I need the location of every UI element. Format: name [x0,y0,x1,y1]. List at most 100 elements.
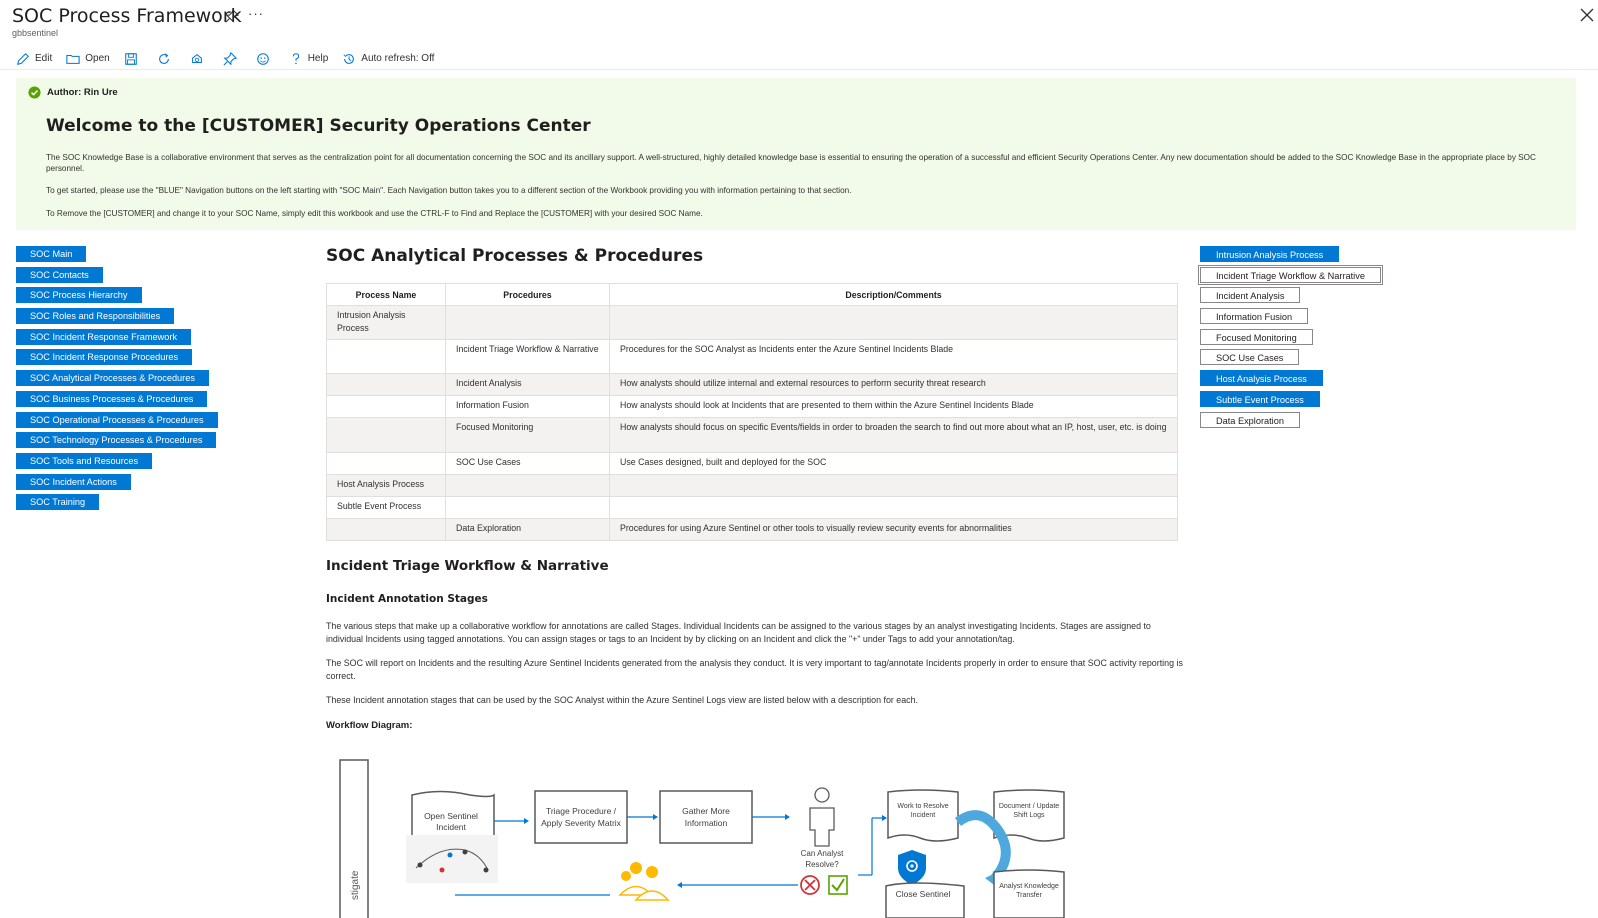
rnav-focused-monitoring[interactable]: Focused Monitoring [1200,328,1313,345]
table-row: Subtle Event Process [326,496,1178,519]
table-cell: Use Cases designed, built and deployed f… [609,452,1178,475]
clock-history-icon [343,53,355,64]
work-resolve-label-1: Work to Resolve [897,803,948,810]
right-navigation: Intrusion Analysis Process Incident Tria… [1198,246,1383,432]
table-cell: Incident Analysis [445,373,610,396]
nav-soc-contacts[interactable]: SOC Contacts [16,266,103,283]
table-row: Data Exploration Procedures for using Az… [326,518,1178,541]
check-box-icon [828,875,848,895]
can-analyst-label-2: Resolve? [805,860,839,869]
rnav-host-analysis[interactable]: Host Analysis Process [1200,370,1323,387]
column-header[interactable]: Description/Comments [609,283,1178,306]
table-row: Focused Monitoring How analysts should f… [326,417,1178,453]
column-header[interactable]: Process Name [326,283,446,306]
table-cell [326,373,446,396]
triage-label-1: Triage Procedure / [546,806,617,816]
table-cell [326,518,446,541]
close-label: Close Sentinel [896,889,951,899]
table-cell: Procedures for the SOC Analyst as Incide… [609,339,1178,374]
welcome-banner: Author: Rin Ure Welcome to the [CUSTOMER… [16,78,1576,230]
stages-paragraph-2: The SOC will report on Incidents and the… [326,658,1183,681]
nav-soc-incident-actions[interactable]: SOC Incident Actions [16,473,131,490]
help-label: Help [307,53,329,64]
lane-label: stigate [350,870,361,900]
can-analyst-label-1: Can Analyst [801,849,844,858]
rnav-data-exploration[interactable]: Data Exploration [1200,411,1300,428]
table-row: Incident Triage Workflow & Narrative Pro… [326,339,1178,374]
help-button[interactable]: Help [289,52,329,66]
nav-soc-main[interactable]: SOC Main [16,246,87,262]
nav-soc-analytical[interactable]: SOC Analytical Processes & Procedures [16,370,209,387]
smiley-icon [256,52,269,65]
rnav-intrusion-analysis[interactable]: Intrusion Analysis Process [1200,246,1340,262]
document-label-2: Shift Logs [1013,812,1045,819]
table-cell: How analysts should focus on specific Ev… [609,417,1178,453]
table-cell: Intrusion Analysis Process [326,305,446,340]
auto-refresh-button[interactable]: Auto refresh: Off [342,52,434,66]
open-button[interactable]: Open [66,52,110,66]
table-cell: Incident Triage Workflow & Narrative [445,339,610,374]
knowledge-label-2: Transfer [1016,892,1042,899]
table-cell: Data Exploration [445,518,610,541]
open-incident-label-1: Open Sentinel [424,811,478,821]
table-cell: Subtle Event Process [326,496,446,519]
author-text: Author: Rin Ure [47,87,118,98]
table-cell: Procedures for using Azure Sentinel or o… [609,518,1178,541]
share-button[interactable] [190,52,209,66]
edit-button[interactable]: Edit [16,52,52,66]
feedback-button[interactable] [256,52,275,66]
table-header-row: Process Name Procedures Description/Comm… [326,283,1178,306]
pin-icon[interactable] [225,9,239,23]
folder-icon [66,54,80,64]
table-row: Host Analysis Process [326,474,1178,497]
nav-soc-training[interactable]: SOC Training [16,494,100,511]
column-header[interactable]: Procedures [445,283,610,306]
stages-paragraph-1: The various steps that make up a collabo… [326,621,1151,644]
table-cell [326,417,446,453]
table-cell: SOC Use Cases [445,452,610,475]
gather-info-box [659,790,753,844]
rnav-incident-analysis[interactable]: Incident Analysis [1200,287,1301,304]
process-table: Process Name Procedures Description/Comm… [326,283,1178,541]
welcome-heading: Welcome to the [CUSTOMER] Security Opera… [46,116,591,136]
question-icon [292,52,299,64]
save-button[interactable] [124,52,143,66]
table-cell: How analysts should look at Incidents th… [609,395,1178,418]
knowledge-label-1: Analyst Knowledge [999,883,1059,890]
nav-soc-process-hierarchy[interactable]: SOC Process Hierarchy [16,287,142,304]
table-cell: How analysts should utilize internal and… [609,373,1178,396]
triage-label-2: Apply Severity Matrix [541,818,622,828]
refresh-button[interactable] [157,52,176,66]
rnav-soc-use-cases[interactable]: SOC Use Cases [1200,349,1300,366]
rnav-incident-triage[interactable]: Incident Triage Workflow & Narrative [1198,264,1383,285]
stages-paragraph-3: These Incident annotation stages that ca… [326,695,919,705]
table-row: Information Fusion How analysts should l… [326,395,1178,418]
table-cell [326,452,446,475]
document-label-1: Document / Update [999,803,1059,810]
gather-label-1: Gather More [682,806,730,816]
table-cell: Host Analysis Process [326,474,446,497]
rnav-subtle-event[interactable]: Subtle Event Process [1200,390,1320,407]
nav-soc-ir-framework[interactable]: SOC Incident Response Framework [16,328,192,345]
pencil-icon [17,52,29,65]
nav-soc-operational[interactable]: SOC Operational Processes & Procedures [16,411,218,428]
triage-box [534,790,628,844]
pin-button[interactable] [223,51,242,66]
annotation-stages-heading: Incident Annotation Stages [326,593,488,605]
open-incident-label-2: Incident [436,822,466,832]
left-navigation: SOC Main SOC Contacts SOC Process Hierar… [16,246,218,515]
analyst-person-icon [809,787,835,847]
nav-soc-roles[interactable]: SOC Roles and Responsibilities [16,308,175,325]
open-label: Open [85,53,110,64]
close-icon[interactable] [1580,8,1594,22]
pin-icon [223,51,237,66]
nav-soc-tools[interactable]: SOC Tools and Resources [16,452,153,469]
nav-soc-technology[interactable]: SOC Technology Processes & Procedures [16,432,217,449]
rnav-information-fusion[interactable]: Information Fusion [1200,308,1309,325]
more-options-icon[interactable]: ··· [248,6,264,21]
edit-label: Edit [35,53,53,64]
table-cell [326,395,446,418]
table-cell: Information Fusion [445,395,610,418]
nav-soc-ir-procedures[interactable]: SOC Incident Response Procedures [16,349,193,366]
nav-soc-business[interactable]: SOC Business Processes & Procedures [16,390,208,407]
